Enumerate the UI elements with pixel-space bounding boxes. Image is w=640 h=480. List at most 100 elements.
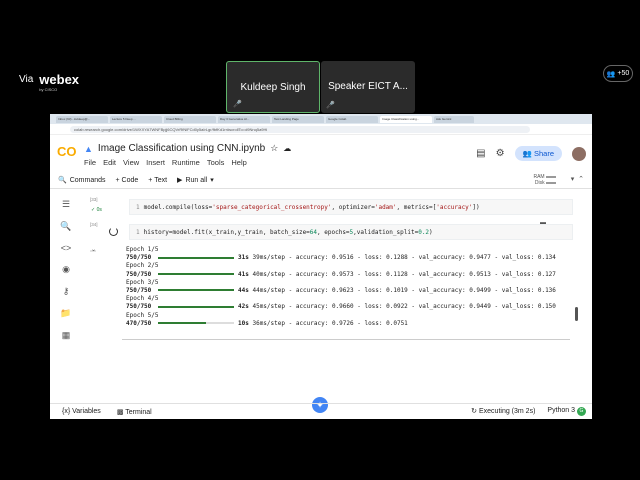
cell-toolbar[interactable]: ▬ (540, 220, 568, 226)
run-all-button[interactable]: ▶ Run all ▾ (177, 176, 214, 185)
menu-insert[interactable]: Insert (146, 158, 165, 167)
progress-bar (158, 289, 234, 292)
people-icon: 👥 (606, 70, 616, 78)
resource-indicator[interactable]: RAM Disk (533, 174, 556, 186)
folder-icon[interactable]: 📁 (60, 308, 71, 319)
execution-status[interactable]: ↻ Executing (3m 2s) (471, 407, 535, 416)
terminal-icon: ▩ (116, 408, 124, 416)
participant-tile-speaker[interactable]: Speaker EICT A... 🎤 (321, 61, 415, 113)
kernel-status[interactable]: Python 3 G (547, 407, 586, 416)
shared-screen: Inbox (93) - kuldeep@... Lecture 5 Deep … (50, 114, 592, 419)
search-icon[interactable]: 🔍 (60, 221, 71, 232)
braces-icon: {x} (62, 408, 71, 415)
participant-name: Kuldeep Singh (240, 82, 306, 93)
webex-brand: Via webex by CISCO (19, 72, 80, 92)
menu-help[interactable]: Help (231, 158, 246, 167)
settings-gear-icon[interactable]: ⚙ (496, 148, 505, 159)
output-scrollbar[interactable] (575, 307, 578, 321)
menu-runtime[interactable]: Runtime (172, 158, 200, 167)
menu-edit[interactable]: Edit (103, 158, 116, 167)
browser-tab[interactable]: Test Landing Page (272, 115, 324, 123)
epoch-label: Epoch 3/5 (126, 278, 159, 286)
browser-tab-bar: Inbox (93) - kuldeep@... Lecture 5 Deep … (50, 114, 592, 124)
share-button[interactable]: 👥 Share (514, 146, 562, 161)
menu-bar: File Edit View Insert Runtime Tools Help (84, 158, 247, 167)
line-number: 1 (136, 228, 140, 236)
browser-tab[interactable]: Google Colab (326, 115, 378, 123)
progress-bar (158, 256, 234, 259)
overflow-count: +50 (617, 70, 630, 77)
browser-tab[interactable]: Lecture 5 Deep ... (110, 115, 162, 123)
via-label: Via (19, 74, 34, 85)
progress-bar (158, 273, 234, 276)
epoch-label: Epoch 5/5 (126, 311, 159, 319)
code-editor[interactable]: 1 model.compile(loss='sparse_categorical… (129, 199, 573, 215)
table-icon[interactable]: ▦ (62, 330, 71, 341)
avatar[interactable] (572, 146, 586, 161)
browser-tab[interactable]: Day 3 Generative AI... (218, 115, 270, 123)
code-snippets-icon[interactable]: <> (61, 243, 72, 253)
search-icon: 🔍 (58, 177, 67, 184)
progress-line: 470/750 10s 36ms/step - accuracy: 0.9726 … (126, 319, 408, 327)
people-icon: 👥 (522, 149, 532, 158)
webex-logo: webex by CISCO (39, 72, 80, 92)
grammarly-icon: G (577, 407, 586, 416)
commands-button[interactable]: 🔍 Commands (58, 176, 106, 185)
browser-tab[interactable]: Cloud Billing (164, 115, 216, 123)
epoch-label: Epoch 2/5 (126, 262, 159, 270)
progress-bar (158, 305, 234, 308)
running-spinner-icon[interactable] (109, 227, 118, 236)
header-actions: ▤ ⚙ 👥 Share (476, 146, 586, 161)
epoch-label: Epoch 1/5 (126, 246, 159, 253)
left-sidebar: ☰ 🔍 <> ◉ ⚷ 📁 ▦ (50, 190, 82, 403)
status-bar: {x} Variables ▩ Terminal ↻ Executing (3m… (50, 403, 592, 419)
epoch-label: Epoch 4/5 (126, 295, 159, 303)
add-text-button[interactable]: + Text (148, 177, 167, 184)
participant-name: Speaker EICT A... (328, 81, 408, 92)
add-code-button[interactable]: + Code (116, 177, 139, 184)
code-editor[interactable]: 1 history=model.fit(x_train,y_train, bat… (129, 224, 573, 240)
star-icon[interactable]: ☆ (270, 143, 278, 154)
menu-file[interactable]: File (84, 158, 96, 167)
exec-count: [33] (90, 197, 98, 202)
toc-icon[interactable]: ☰ (62, 199, 70, 210)
output-divider (122, 339, 570, 340)
participant-tile-kuldeep[interactable]: Kuldeep Singh 🎤 (226, 61, 320, 113)
progress-line: 750/750 42s 45ms/step - accuracy: 0.9660 … (126, 303, 556, 311)
exec-count: [34] (90, 222, 98, 227)
variables-button[interactable]: {x} Variables (62, 408, 101, 415)
notebook-title-row: ▲ Image Classification using CNN.ipynb ☆… (84, 143, 291, 154)
cloud-icon[interactable]: ☁ (283, 144, 291, 153)
disk-label: Disk (534, 180, 545, 186)
progress-line: 750/750 44s 44ms/step - accuracy: 0.9623 … (126, 286, 556, 294)
mic-on-icon: 🎤 (233, 101, 242, 108)
check-icon: ✓ 0s (91, 207, 102, 213)
mic-muted-icon: 🎤 (326, 102, 335, 109)
menu-tools[interactable]: Tools (207, 158, 225, 167)
notebook-title[interactable]: Image Classification using CNN.ipynb (98, 143, 265, 154)
address-bar[interactable]: colab.research.google.com/drive/1WXXYA7W… (70, 125, 530, 133)
cell-output: Epoch 1/5 750/750 31s 39ms/step - accurac… (126, 246, 572, 328)
progress-bar (158, 322, 234, 325)
browser-tab[interactable]: Inbox (93) - kuldeep@... (56, 115, 108, 123)
browser-tab-active[interactable]: Image Classification using... (380, 115, 432, 123)
progress-line: 750/750 41s 40ms/step - accuracy: 0.9573 … (126, 270, 556, 278)
menu-view[interactable]: View (123, 158, 139, 167)
chevron-down-icon: ▾ (210, 177, 214, 184)
colab-logo[interactable]: CO (57, 144, 77, 159)
key-icon[interactable]: ⚷ (63, 286, 70, 297)
colab-header: CO ▲ Image Classification using CNN.ipyn… (50, 138, 592, 172)
ram-bar (546, 175, 556, 178)
colab-toolbar: 🔍 Commands + Code + Text ▶ Run all ▾ RAM Di… (50, 172, 592, 189)
chevron-down-icon[interactable]: ▾ ⌃ (571, 175, 584, 183)
share-label: Share (533, 149, 554, 158)
status-right: ↻ Executing (3m 2s) Python 3 G (471, 407, 586, 416)
disk-bar (546, 181, 556, 184)
collapse-output-icon[interactable]: ⌄ (91, 246, 96, 253)
address-bar-row: colab.research.google.com/drive/1WXXYA7W… (50, 124, 592, 135)
comment-icon[interactable]: ▤ (476, 148, 485, 159)
terminal-button[interactable]: ▩ Terminal (117, 408, 152, 416)
browser-tab[interactable]: Ask Gemini (434, 115, 474, 123)
more-participants-button[interactable]: 👥 +50 (603, 65, 633, 82)
secrets-icon[interactable]: ◉ (62, 264, 70, 275)
